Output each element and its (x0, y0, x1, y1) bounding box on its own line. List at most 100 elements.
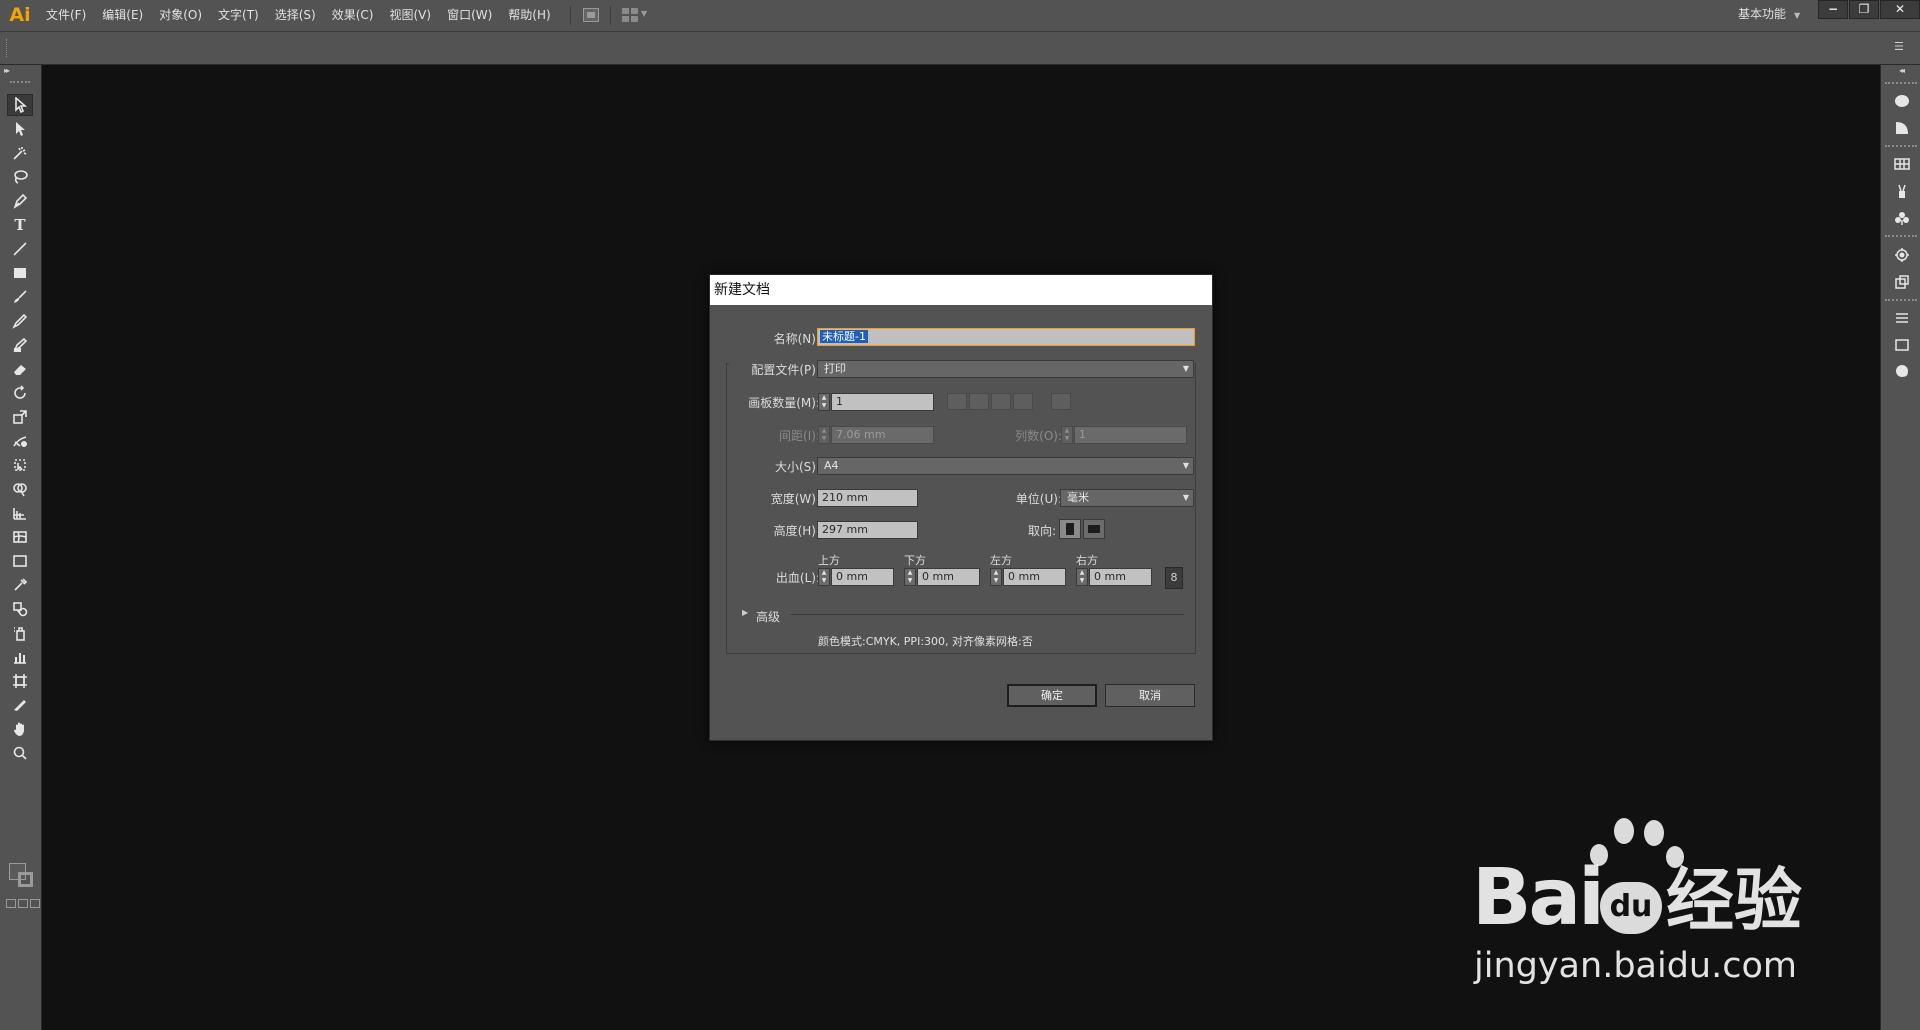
menu-type[interactable]: 文字(T) (210, 0, 267, 31)
scale-tool-icon[interactable] (7, 406, 33, 428)
columns-stepper[interactable]: ▲▼ (1061, 426, 1073, 444)
bleed-left-input[interactable]: 0 mm (1003, 568, 1066, 586)
bleed-bottom-stepper[interactable]: ▲▼ (904, 568, 916, 586)
dialog-titlebar[interactable]: 新建文档 (710, 275, 1212, 305)
align-panel-icon[interactable] (1893, 309, 1910, 326)
draw-normal-icon[interactable] (6, 899, 16, 908)
height-input[interactable]: 297 mm (817, 521, 918, 539)
eyedropper-tool-icon[interactable] (7, 574, 33, 596)
menu-object[interactable]: 对象(O) (151, 0, 210, 31)
link-bleed-icon[interactable]: 8 (1165, 567, 1183, 589)
chevron-right-icon[interactable]: ▶ (742, 608, 748, 617)
free-transform-tool-icon[interactable] (7, 454, 33, 476)
transparency-panel-icon[interactable] (1893, 273, 1910, 290)
artboards-stepper[interactable]: ▲▼ (818, 393, 830, 411)
menu-view[interactable]: 视图(V) (381, 0, 439, 31)
zoom-tool-icon[interactable] (7, 742, 33, 764)
symbol-sprayer-tool-icon[interactable] (7, 622, 33, 644)
eraser-tool-icon[interactable] (7, 358, 33, 380)
expand-dock-icon[interactable]: ◂◂ (1899, 66, 1903, 75)
landscape-orientation-button[interactable] (1083, 519, 1105, 539)
artboard-tool-icon[interactable] (7, 670, 33, 692)
blend-tool-icon[interactable] (7, 598, 33, 620)
bleed-right-stepper[interactable]: ▲▼ (1076, 568, 1088, 586)
stroke-panel-icon[interactable] (1893, 246, 1910, 263)
restore-button[interactable]: ❐ (1849, 0, 1879, 19)
panel-menu-icon[interactable]: ☰ (1894, 41, 1908, 53)
grid-by-column-icon[interactable] (969, 393, 989, 410)
minimize-button[interactable]: − (1818, 0, 1848, 19)
draw-behind-icon[interactable] (18, 899, 28, 908)
blob-brush-tool-icon[interactable] (7, 334, 33, 356)
chevron-down-icon[interactable]: ▼ (1794, 0, 1800, 31)
expand-panel-icon[interactable]: ▸▸ (4, 66, 8, 75)
perspective-grid-tool-icon[interactable] (7, 502, 33, 524)
symbols-panel-icon[interactable] (1893, 209, 1910, 226)
line-segment-tool-icon[interactable] (7, 238, 33, 260)
bleed-right-input[interactable]: 0 mm (1089, 568, 1152, 586)
rectangle-tool-icon[interactable] (7, 262, 33, 284)
slice-tool-icon[interactable] (7, 694, 33, 716)
cancel-button[interactable]: 取消 (1105, 684, 1195, 707)
right-to-left-layout-icon[interactable] (1051, 393, 1071, 410)
width-label: 宽度(W): (730, 490, 820, 507)
color-panel-icon[interactable] (1893, 92, 1910, 109)
rotate-tool-icon[interactable] (7, 382, 33, 404)
brushes-panel-icon[interactable] (1893, 182, 1910, 199)
gradient-panel-icon[interactable] (1893, 336, 1910, 353)
menu-select[interactable]: 选择(S) (267, 0, 324, 31)
arrange-documents-icon[interactable]: ▼ (622, 8, 650, 22)
control-bar-grip[interactable] (6, 39, 9, 57)
profile-dropdown[interactable]: 打印 ▼ (817, 360, 1194, 378)
lasso-tool-icon[interactable] (7, 166, 33, 188)
type-tool-icon[interactable]: T (7, 214, 33, 236)
pencil-tool-icon[interactable] (7, 310, 33, 332)
menu-window[interactable]: 窗口(W) (439, 0, 500, 31)
tools-panel-grip[interactable] (10, 81, 30, 83)
bleed-top-input[interactable]: 0 mm (831, 568, 894, 586)
panel-dock: ◂◂ (1880, 65, 1920, 1030)
warp-tool-icon[interactable] (7, 430, 33, 452)
magic-wand-tool-icon[interactable] (7, 142, 33, 164)
paintbrush-tool-icon[interactable] (7, 286, 33, 308)
menu-file[interactable]: 文件(F) (38, 0, 94, 31)
size-dropdown[interactable]: A4 ▼ (817, 457, 1194, 475)
artboards-input[interactable]: 1 (831, 393, 934, 411)
shape-builder-tool-icon[interactable] (7, 478, 33, 500)
pen-tool-icon[interactable] (7, 190, 33, 212)
close-button[interactable]: ✕ (1880, 0, 1920, 19)
direct-selection-tool-icon[interactable] (7, 118, 33, 140)
width-input[interactable]: 210 mm (817, 489, 918, 507)
column-graph-tool-icon[interactable] (7, 646, 33, 668)
units-dropdown[interactable]: 毫米 ▼ (1060, 489, 1194, 507)
document-name-input[interactable]: 未标题-1 (817, 328, 1195, 346)
mesh-tool-icon[interactable] (7, 526, 33, 548)
spacing-input[interactable]: 7.06 mm (831, 426, 934, 444)
go-to-bridge-icon[interactable] (583, 8, 599, 22)
columns-input[interactable]: 1 (1074, 426, 1187, 444)
selection-tool-icon[interactable] (7, 94, 33, 116)
workspace-switcher[interactable]: 基本功能 (1738, 0, 1786, 29)
menu-effect[interactable]: 效果(C) (324, 0, 382, 31)
bleed-bottom-input[interactable]: 0 mm (917, 568, 980, 586)
spacing-stepper[interactable]: ▲▼ (818, 426, 830, 444)
menu-help[interactable]: 帮助(H) (500, 0, 558, 31)
color-guide-panel-icon[interactable] (1893, 119, 1910, 136)
appearance-panel-icon[interactable] (1893, 362, 1910, 379)
hand-tool-icon[interactable] (7, 718, 33, 740)
arrange-by-column-icon[interactable] (1013, 393, 1033, 410)
stroke-swatch[interactable] (18, 872, 33, 887)
menu-edit[interactable]: 编辑(E) (94, 0, 151, 31)
draw-inside-icon[interactable] (30, 899, 40, 908)
grid-by-row-icon[interactable] (947, 393, 967, 410)
ok-button[interactable]: 确定 (1007, 684, 1097, 707)
bleed-top-stepper[interactable]: ▲▼ (818, 568, 830, 586)
fill-stroke-swatches[interactable] (7, 861, 35, 889)
portrait-orientation-button[interactable] (1059, 519, 1081, 539)
swatches-panel-icon[interactable] (1893, 155, 1910, 172)
bleed-left-stepper[interactable]: ▲▼ (990, 568, 1002, 586)
advanced-toggle[interactable]: 高级 (756, 608, 780, 625)
arrange-by-row-icon[interactable] (991, 393, 1011, 410)
gradient-tool-icon[interactable] (7, 550, 33, 572)
name-label: 名称(N): (730, 330, 820, 347)
